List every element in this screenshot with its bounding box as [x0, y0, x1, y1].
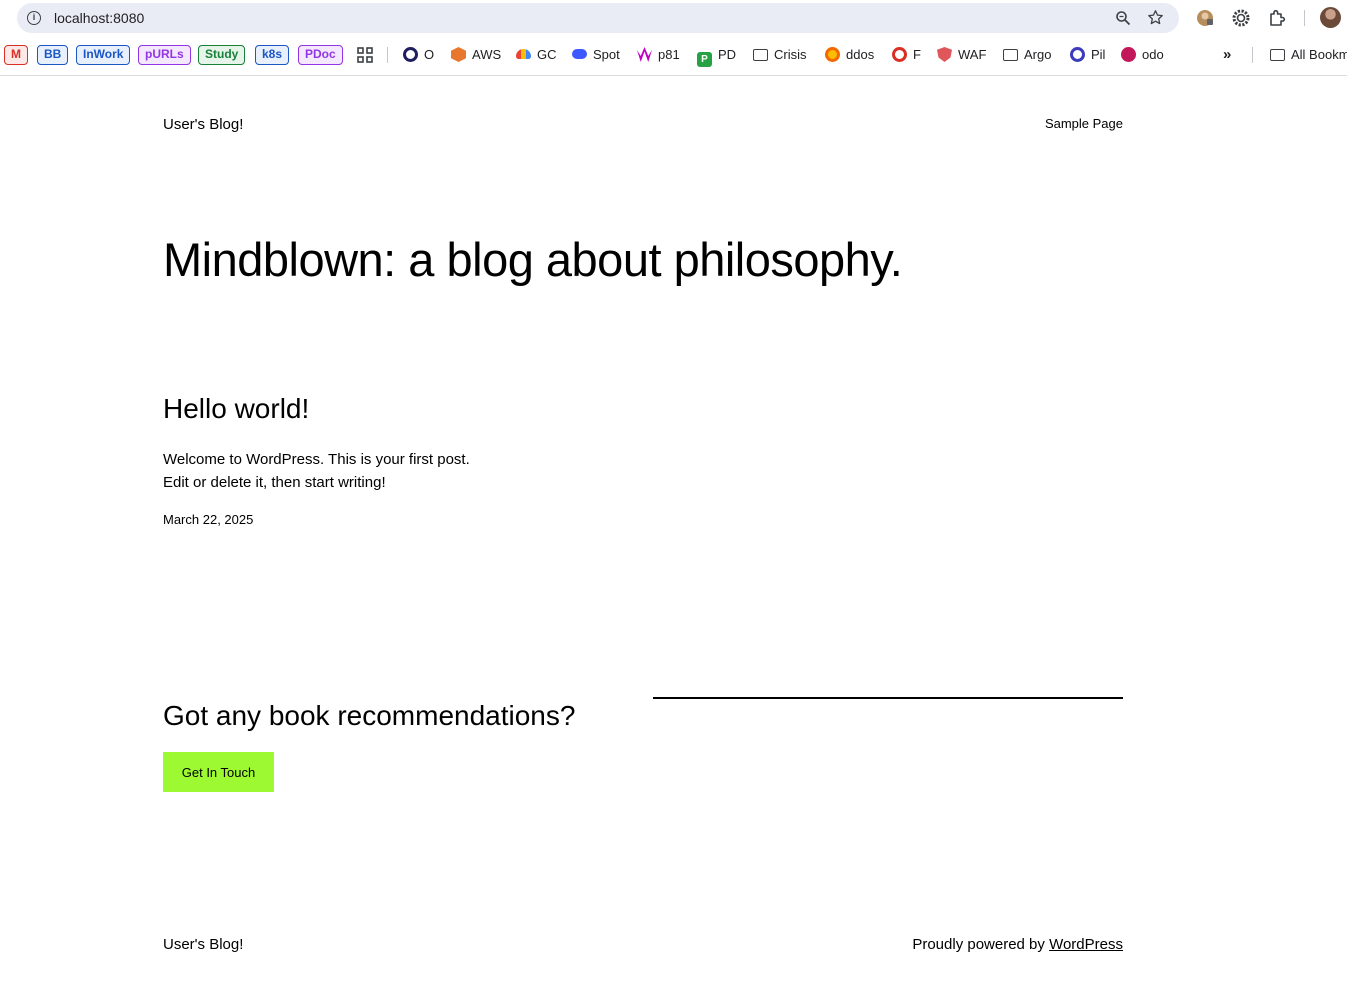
cta-heading: Got any book recommendations?	[163, 700, 576, 731]
bookmark-label: F	[913, 47, 921, 62]
nav-sample-page-link[interactable]: Sample Page	[1045, 116, 1123, 131]
bookmarks-divider	[387, 47, 388, 63]
bookmark-ddos[interactable]: ddos	[825, 45, 874, 65]
bookmark-label: p81	[658, 47, 680, 62]
bookmark-label: GC	[537, 47, 557, 62]
toolbar-divider	[1304, 10, 1305, 26]
bookmark-label: ddos	[846, 47, 875, 62]
bookmark-odo[interactable]: odo	[1121, 45, 1164, 65]
bookmark-label: odo	[1142, 47, 1164, 62]
bookmark-star-icon[interactable]	[1147, 9, 1164, 26]
folder-icon	[1003, 49, 1018, 61]
bookmark-pd[interactable]: P PD	[697, 45, 737, 67]
spot-icon	[572, 49, 587, 59]
wordpress-link[interactable]: WordPress	[1049, 936, 1123, 953]
zoom-icon[interactable]	[1115, 10, 1131, 26]
bookmark-p81[interactable]: p81	[637, 45, 680, 65]
more-bookmarks-chevron-icon[interactable]: »	[1223, 45, 1231, 65]
bookmark-waf[interactable]: WAF	[937, 45, 986, 65]
apps-grid-icon[interactable]	[357, 47, 373, 63]
bookmark-pil[interactable]: Pil	[1070, 45, 1105, 65]
folder-icon	[1270, 49, 1285, 61]
bookmark-f[interactable]: F	[892, 45, 921, 65]
footer-credit: Proudly powered by WordPress	[912, 936, 1123, 953]
bookmarks-divider	[1252, 47, 1253, 63]
footer-credit-prefix: Proudly powered by	[912, 936, 1050, 953]
post-excerpt: Welcome to WordPress. This is your first…	[163, 448, 470, 494]
bookmark-o[interactable]: O	[403, 45, 434, 65]
bookmark-label: Pil	[1091, 47, 1106, 62]
bookmark-gc[interactable]: GC	[516, 45, 557, 65]
post-date[interactable]: March 22, 2025	[163, 512, 253, 527]
folder-icon	[753, 49, 768, 61]
page-heading: Mindblown: a blog about philosophy.	[163, 233, 903, 286]
bookmark-label: Spot	[593, 47, 620, 62]
all-bookmarks[interactable]: All Bookm	[1270, 45, 1347, 65]
bookmarks-bar: M BB InWork pURLs Study k8s PDoc O AWS G…	[0, 41, 1347, 69]
bookmark-chip-k8s[interactable]: k8s	[255, 45, 290, 65]
url-text[interactable]: localhost:8080	[54, 10, 144, 26]
bookmark-label: PD	[718, 47, 737, 62]
bookmark-label: AWS	[472, 47, 502, 62]
bookmark-label: O	[424, 47, 435, 62]
site-title-link[interactable]: User's Blog!	[163, 116, 243, 133]
address-bar[interactable]: i localhost:8080	[17, 3, 1179, 33]
bookmark-spot[interactable]: Spot	[572, 45, 620, 65]
settings-gear-icon[interactable]	[1231, 8, 1251, 28]
post-title-link[interactable]: Hello world!	[163, 393, 309, 425]
f-icon	[892, 47, 907, 62]
all-bookmarks-label: All Bookm	[1291, 47, 1347, 62]
section-divider	[653, 697, 1123, 699]
bookmark-chip-pdoc[interactable]: PDoc	[298, 45, 343, 65]
bookmark-label: Crisis	[774, 47, 807, 62]
circle-o-icon	[403, 47, 418, 62]
p81-icon	[637, 47, 652, 62]
bookmark-label: Argo	[1024, 47, 1052, 62]
extension-avatar-icon[interactable]	[1195, 8, 1215, 28]
bookmark-chip-bb[interactable]: BB	[37, 45, 69, 65]
browser-chrome: i localhost:8080 M BB InWork pURLs Study…	[0, 0, 1347, 76]
shield-icon	[937, 47, 952, 62]
extensions-puzzle-icon[interactable]	[1267, 8, 1287, 28]
bookmark-argo[interactable]: Argo	[1003, 45, 1051, 65]
bookmark-chip-inwork[interactable]: InWork	[76, 45, 131, 65]
site-info-icon[interactable]: i	[27, 11, 41, 25]
odo-icon	[1121, 47, 1136, 62]
pd-icon: P	[697, 52, 712, 67]
bookmark-chip-m[interactable]: M	[4, 45, 28, 65]
bookmark-chip-study[interactable]: Study	[198, 45, 246, 65]
post-excerpt-line: Welcome to WordPress. This is your first…	[163, 451, 470, 468]
bookmark-aws[interactable]: AWS	[451, 45, 501, 65]
grafana-icon	[825, 47, 840, 62]
aws-icon	[451, 47, 466, 62]
get-in-touch-button[interactable]: Get In Touch	[163, 752, 274, 792]
bookmark-crisis[interactable]: Crisis	[753, 45, 807, 65]
bookmark-chip-purls[interactable]: pURLs	[138, 45, 191, 65]
google-cloud-icon	[516, 49, 531, 59]
post-excerpt-line: Edit or delete it, then start writing!	[163, 474, 386, 491]
profile-avatar[interactable]	[1320, 7, 1341, 28]
pil-icon	[1070, 47, 1085, 62]
bookmark-label: WAF	[958, 47, 987, 62]
footer-site-title-link[interactable]: User's Blog!	[163, 936, 243, 953]
